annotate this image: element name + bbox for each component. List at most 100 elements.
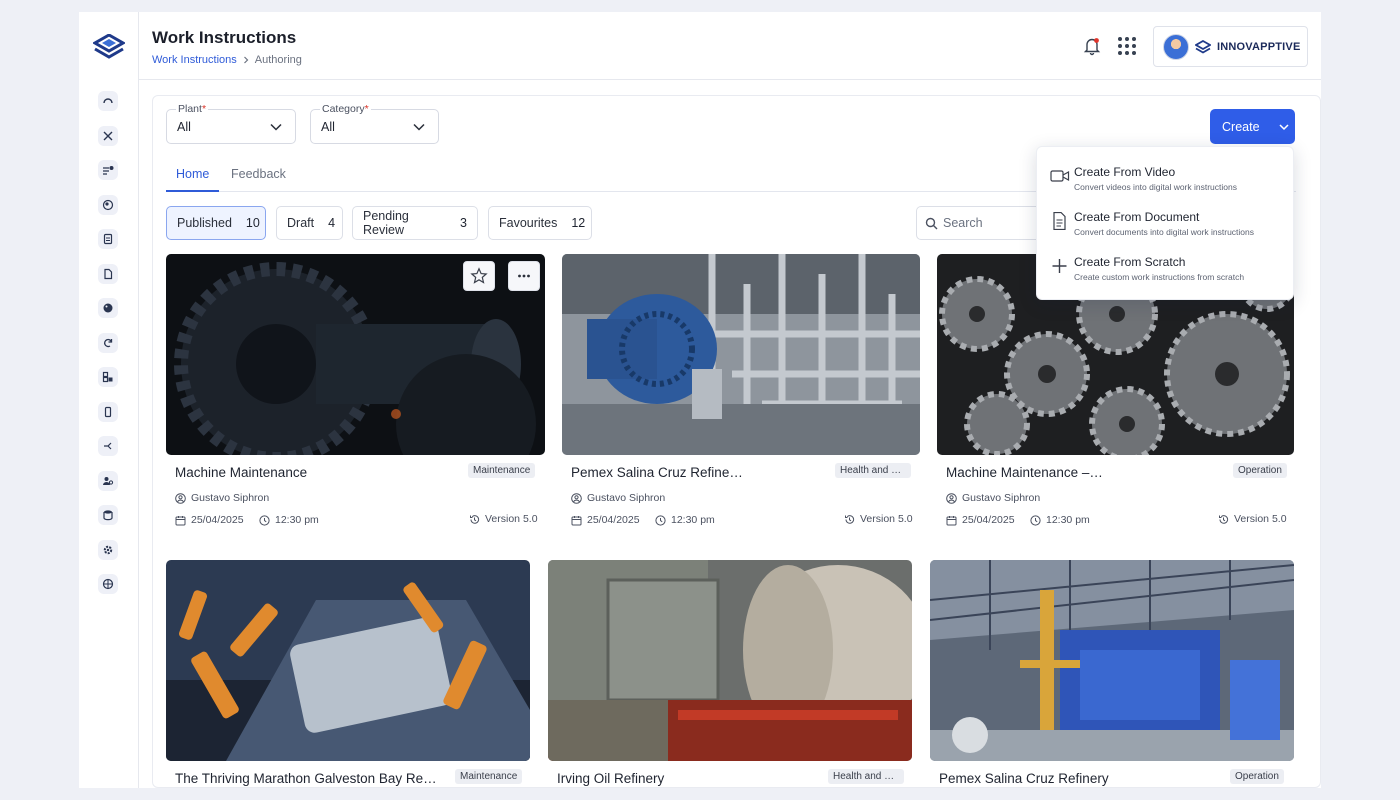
category-badge: Operation (1230, 769, 1284, 784)
calendar-icon (946, 515, 957, 525)
more-options-button[interactable] (508, 261, 540, 291)
chevron-right-icon (243, 56, 249, 64)
time-value: 12:30 pm (1046, 514, 1090, 526)
instruction-card[interactable]: The Thriving Marathon Galveston Bay Re… … (166, 560, 530, 787)
video-icon (1050, 170, 1070, 182)
chevron-down-icon (270, 123, 282, 131)
apps-grid-icon[interactable] (1117, 36, 1137, 56)
document-icon (1053, 212, 1066, 230)
author-name: Gustavo Siphron (962, 492, 1041, 504)
plant-select[interactable]: Plant* All (166, 103, 296, 144)
clipboard-icon[interactable] (98, 229, 118, 249)
tab-home[interactable]: Home (166, 167, 220, 192)
card-date: 25/04/2025 (946, 514, 1015, 526)
tab-feedback[interactable]: Feedback (221, 167, 296, 192)
filter-label: Draft (287, 216, 315, 230)
more-horizontal-icon (518, 274, 530, 278)
instruction-card[interactable]: Irving Oil Refinery Health and S… (548, 560, 912, 787)
refinery-plant-image (930, 560, 1294, 761)
search-icon (925, 217, 938, 229)
modules-icon[interactable] (98, 367, 118, 387)
clock-icon (655, 514, 666, 526)
category-select[interactable]: Category* All (310, 103, 439, 144)
database-icon[interactable] (98, 505, 118, 525)
calendar-icon (571, 515, 582, 525)
favourite-star-button[interactable] (463, 261, 495, 291)
filter-label: Favourites (499, 216, 558, 230)
menu-item-title: Create From Scratch (1074, 255, 1186, 269)
instruction-card[interactable]: Pemex Salina Cruz Refinery Operation (930, 560, 1294, 787)
app-logo-icon[interactable] (93, 34, 125, 62)
card-title[interactable]: Irving Oil Refinery (557, 771, 817, 786)
plant-select-label: Plant* (176, 103, 209, 115)
breadcrumb: Work Instructions Authoring (152, 54, 302, 66)
card-title[interactable]: Machine Maintenance –… (946, 465, 1106, 480)
filter-favourites[interactable]: Favourites 12 (488, 206, 592, 240)
card-thumbnail-robot-assembly[interactable] (166, 560, 530, 761)
dashboard-icon[interactable] (98, 91, 118, 111)
card-title[interactable]: Pemex Salina Cruz Refine… (571, 465, 831, 480)
palette-icon[interactable] (98, 298, 118, 318)
app-window: Work Instructions Work Instructions Auth… (79, 12, 1321, 788)
refresh-icon[interactable] (98, 333, 118, 353)
card-thumbnail-refinery-plant[interactable] (930, 560, 1294, 761)
filter-label: Published (177, 216, 232, 230)
version-value: Version 5.0 (1234, 513, 1287, 525)
card-thumbnail-boiler-room[interactable] (548, 560, 912, 761)
date-value: 25/04/2025 (191, 514, 244, 526)
account-brand-box[interactable]: INNOVAPPTIVE (1153, 26, 1308, 67)
menu-item-create-from-scratch[interactable]: Create From Scratch Create custom work i… (1050, 255, 1285, 291)
menu-item-description: Convert documents into digital work inst… (1074, 227, 1254, 237)
create-button[interactable]: Create (1210, 109, 1295, 144)
top-header: Work Instructions Work Instructions Auth… (139, 12, 1321, 80)
card-author: Gustavo Siphron (571, 492, 665, 504)
page-title: Work Instructions (152, 28, 297, 47)
card-time: 12:30 pm (1030, 514, 1090, 526)
instruction-card[interactable]: Pemex Salina Cruz Refine… Health and S… … (562, 254, 920, 534)
filter-count: 3 (460, 216, 467, 230)
calendar-icon (175, 515, 186, 525)
boiler-room-image (548, 560, 912, 761)
language-icon[interactable] (98, 574, 118, 594)
card-title[interactable]: The Thriving Marathon Galveston Bay Re… (175, 771, 440, 786)
category-badge: Operation (1233, 463, 1287, 478)
filter-published[interactable]: Published 10 (166, 206, 266, 240)
list-user-icon[interactable] (98, 160, 118, 180)
card-date: 25/04/2025 (571, 514, 640, 526)
avatar[interactable] (1163, 33, 1189, 60)
card-version: Version 5.0 (844, 513, 913, 525)
card-thumbnail-pump-room[interactable] (562, 254, 920, 455)
tools-icon[interactable] (98, 126, 118, 146)
filter-count: 4 (328, 216, 336, 230)
star-icon (470, 267, 488, 284)
pump-room-image (562, 254, 920, 455)
mobile-icon[interactable] (98, 402, 118, 422)
card-title[interactable]: Pemex Salina Cruz Refinery (939, 771, 1139, 786)
card-title[interactable]: Machine Maintenance (175, 465, 445, 480)
card-version: Version 5.0 (1218, 513, 1287, 525)
settings-icon[interactable] (98, 540, 118, 560)
menu-item-description: Create custom work instructions from scr… (1074, 272, 1245, 282)
card-date: 25/04/2025 (175, 514, 244, 526)
instruction-card[interactable]: Machine Maintenance Maintenance Gustavo … (166, 254, 545, 534)
document-icon[interactable] (98, 264, 118, 284)
workflow-icon[interactable] (98, 436, 118, 456)
chevron-down-icon (1279, 123, 1289, 130)
card-author: Gustavo Siphron (175, 492, 269, 504)
author-name: Gustavo Siphron (587, 492, 666, 504)
menu-item-create-from-document[interactable]: Create From Document Convert documents i… (1050, 210, 1285, 246)
users-icon[interactable] (98, 471, 118, 491)
breadcrumb-link-work-instructions[interactable]: Work Instructions (152, 54, 237, 66)
menu-item-create-from-video[interactable]: Create From Video Convert videos into di… (1050, 165, 1285, 201)
search-input[interactable]: Search (916, 206, 1046, 240)
version-value: Version 5.0 (485, 513, 538, 525)
notification-bell-icon[interactable] (1083, 36, 1101, 56)
globe-icon[interactable] (98, 195, 118, 215)
filter-draft[interactable]: Draft 4 (276, 206, 343, 240)
user-icon (571, 492, 582, 504)
author-name: Gustavo Siphron (191, 492, 270, 504)
filter-pending-review[interactable]: Pending Review 3 (352, 206, 478, 240)
time-value: 12:30 pm (275, 514, 319, 526)
search-placeholder: Search (943, 216, 983, 230)
menu-item-title: Create From Document (1074, 210, 1200, 224)
